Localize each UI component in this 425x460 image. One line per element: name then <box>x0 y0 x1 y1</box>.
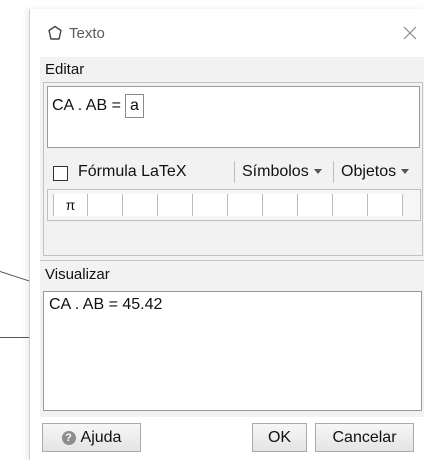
symbols-dropdown[interactable]: Símbolos <box>242 163 322 181</box>
help-button[interactable]: ? Ajuda <box>42 423 141 452</box>
text-dialog: Texto Editar CA . AB = a Fórmula LaTeX S… <box>29 9 425 460</box>
dynamic-variable-box[interactable]: a <box>124 94 144 118</box>
symbol-cell[interactable] <box>88 194 123 216</box>
question-icon: ? <box>61 430 76 445</box>
cancel-button[interactable]: Cancelar <box>315 423 414 452</box>
preview-label: Visualizar <box>45 266 110 283</box>
latex-checkbox[interactable] <box>53 166 68 181</box>
objects-label: Objetos <box>341 163 397 180</box>
objects-dropdown[interactable]: Objetos <box>341 163 410 181</box>
symbol-cell[interactable] <box>193 194 228 216</box>
symbol-cell[interactable] <box>368 194 403 216</box>
symbol-cell[interactable] <box>228 194 263 216</box>
symbol-toolbar: π <box>47 189 421 221</box>
latex-label[interactable]: Fórmula LaTeX <box>78 163 187 181</box>
ok-button[interactable]: OK <box>252 423 307 452</box>
dialog-title: Texto <box>69 25 105 42</box>
dialog-content: Editar CA . AB = a Fórmula LaTeX Símbolo… <box>40 57 424 417</box>
preview-text: CA . AB = 45.42 <box>49 296 163 313</box>
symbol-row: π <box>53 194 403 216</box>
symbol-cell[interactable] <box>298 194 333 216</box>
title-bar[interactable]: Texto <box>30 9 425 55</box>
close-icon[interactable] <box>400 23 420 43</box>
expression-prefix: CA . AB = <box>52 97 121 114</box>
section-divider <box>40 260 424 261</box>
symbols-label: Símbolos <box>242 163 309 180</box>
edit-group: CA . AB = a Fórmula LaTeX Símbolos Objet… <box>43 82 423 256</box>
canvas-line-lower <box>0 337 31 338</box>
cancel-label: Cancelar <box>332 428 397 446</box>
separator <box>333 161 334 183</box>
separator <box>234 161 235 183</box>
editor-content: CA . AB = a <box>52 94 144 118</box>
symbol-cell[interactable] <box>333 194 368 216</box>
preview-panel: CA . AB = 45.42 <box>43 291 422 411</box>
symbol-cell[interactable] <box>123 194 158 216</box>
edit-label: Editar <box>45 61 85 78</box>
text-editor[interactable]: CA . AB = a <box>47 86 420 148</box>
shapes-icon <box>48 25 62 40</box>
help-label: Ajuda <box>80 428 122 446</box>
symbol-cell[interactable] <box>158 194 193 216</box>
chevron-down-icon <box>313 169 322 175</box>
symbol-cell[interactable] <box>263 194 298 216</box>
ok-label: OK <box>267 428 292 446</box>
canvas-line-upper <box>0 271 30 282</box>
chevron-down-icon <box>401 169 410 175</box>
symbol-cell[interactable]: π <box>53 194 88 216</box>
